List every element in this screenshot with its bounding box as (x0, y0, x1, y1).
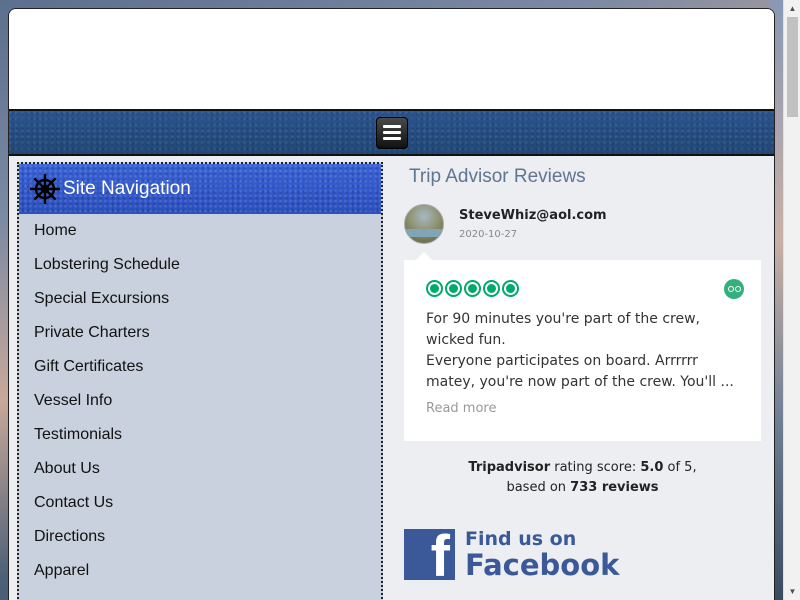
nav-item-vessel-info[interactable]: Vessel Info (19, 384, 381, 418)
reviews-title: Trip Advisor Reviews (409, 166, 586, 187)
nav-item-private-charters[interactable]: Private Charters (19, 316, 381, 350)
site-navigation-panel: Site Navigation Home Lobstering Schedule… (17, 162, 383, 600)
nav-item-contact-us[interactable]: Contact Us (19, 486, 381, 520)
hamburger-icon-bar (382, 137, 401, 140)
nav-item-about-us[interactable]: About Us (19, 452, 381, 486)
facebook-link[interactable]: f Find us on Facebook (404, 528, 761, 580)
top-navbar (9, 109, 774, 156)
review-date: 2020-10-27 (459, 229, 518, 240)
hamburger-icon-bar (382, 125, 401, 128)
rating-bubble-icon (502, 280, 519, 297)
facebook-letter: f (430, 528, 450, 580)
facebook-line1: Find us on (465, 528, 577, 550)
review-line-1: For 90 minutes you're part of the crew, … (426, 311, 700, 348)
review-card: For 90 minutes you're part of the crew, … (404, 252, 761, 441)
nav-item-gift-certificates[interactable]: Gift Certificates (19, 350, 381, 384)
read-more-link[interactable]: Read more (426, 401, 739, 416)
site-navigation-title: Site Navigation (63, 178, 191, 199)
reviewer-name[interactable]: SteveWhiz@aol.com (459, 208, 607, 223)
nav-item-special-excursions[interactable]: Special Excursions (19, 282, 381, 316)
trip-advisor-reviews: Trip Advisor Reviews SteveWhiz@aol.com 2… (383, 156, 774, 600)
hamburger-menu-button[interactable] (375, 116, 408, 149)
facebook-line2: Facebook (465, 548, 620, 582)
nav-item-lobstering-schedule[interactable]: Lobstering Schedule (19, 248, 381, 282)
page-scrollbar[interactable]: ▲ ▼ (783, 0, 800, 600)
rating-bubble-icon (426, 280, 443, 297)
scroll-down-arrow-icon[interactable]: ▼ (784, 583, 800, 600)
rating-bubble-icon (483, 280, 500, 297)
header-banner (9, 9, 774, 109)
page-container: Site Navigation Home Lobstering Schedule… (8, 8, 775, 600)
rating-bubbles (426, 280, 739, 297)
facebook-text: Find us on Facebook (465, 528, 619, 580)
tripadvisor-logo-icon[interactable] (724, 279, 744, 299)
reviewer: SteveWhiz@aol.com 2020-10-27 (404, 204, 761, 244)
main-content: Site Navigation Home Lobstering Schedule… (9, 156, 774, 600)
score-text: of 5, (663, 460, 697, 475)
nav-item-apparel[interactable]: Apparel (19, 554, 381, 588)
site-navigation-list: Home Lobstering Schedule Special Excursi… (19, 214, 381, 588)
site-navigation-header: Site Navigation (19, 164, 381, 214)
nav-item-directions[interactable]: Directions (19, 520, 381, 554)
nav-item-testimonials[interactable]: Testimonials (19, 418, 381, 452)
facebook-icon: f (404, 528, 455, 580)
ship-wheel-icon (30, 174, 60, 204)
scroll-up-arrow-icon[interactable]: ▲ (784, 0, 800, 17)
hamburger-icon-bar (382, 131, 401, 134)
score-value: 5.0 (640, 460, 664, 475)
rating-bubble-icon (464, 280, 481, 297)
review-count[interactable]: 733 reviews (570, 480, 658, 495)
avatar[interactable] (404, 204, 444, 244)
score-text: based on (506, 480, 571, 495)
review-line-2: Everyone participates on board. Arrrrrr … (426, 353, 734, 390)
score-text: rating score: (550, 460, 641, 475)
nav-item-home[interactable]: Home (19, 214, 381, 248)
reviewer-info: SteveWhiz@aol.com 2020-10-27 (459, 208, 607, 240)
scrollbar-thumb[interactable] (787, 17, 798, 117)
review-text: For 90 minutes you're part of the crew, … (426, 309, 739, 393)
score-brand[interactable]: Tripadvisor (468, 460, 550, 475)
rating-score-summary: Tripadvisor rating score: 5.0 of 5, base… (404, 458, 761, 498)
rating-bubble-icon (445, 280, 462, 297)
